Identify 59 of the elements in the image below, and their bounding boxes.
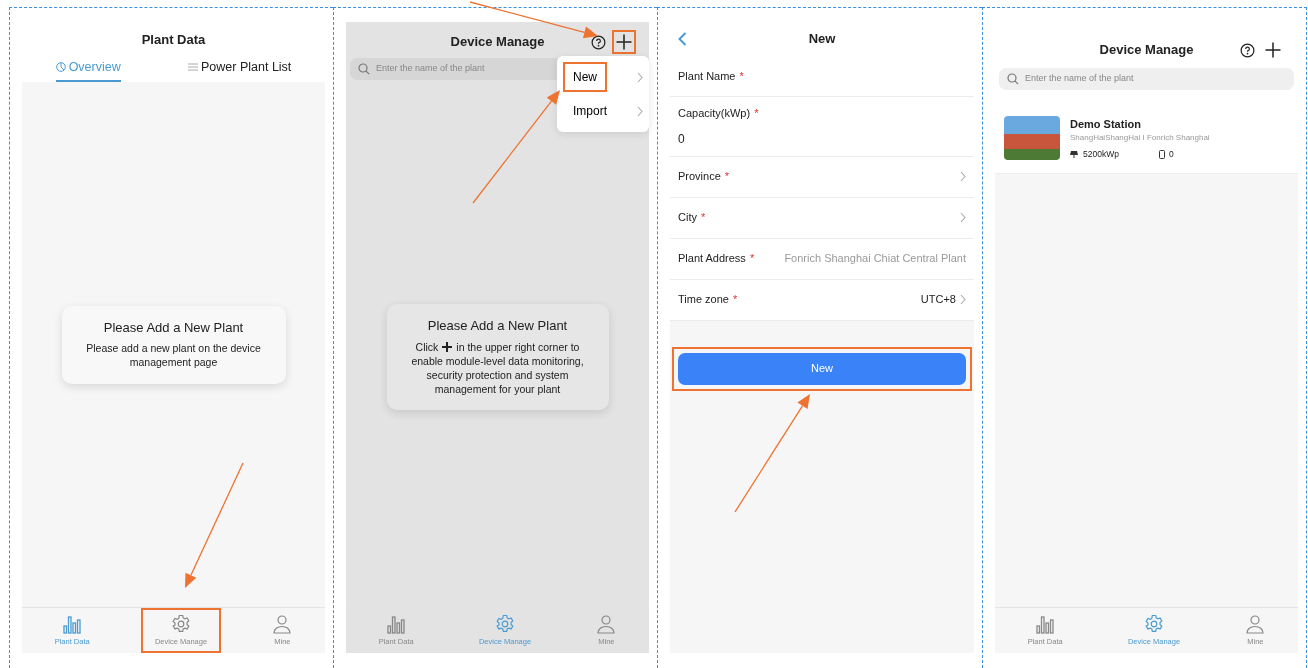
menu-item[interactable]: Import [557, 94, 649, 128]
input-field[interactable]: Capacity(kWp) * 0 [670, 97, 974, 157]
search-field[interactable]: Enter the name of the plant [999, 68, 1294, 90]
chevron-right-icon [960, 212, 966, 223]
hint-text: in the upper right corner to [456, 339, 580, 354]
phone-icon [1158, 149, 1165, 159]
device-count: 0 [1168, 148, 1174, 161]
hint-text: enable module-level data monitoring, security protection and system management for your plant [410, 353, 585, 397]
person-icon [1245, 613, 1266, 634]
list-icon [188, 62, 198, 71]
bar-chart-icon [62, 613, 83, 634]
field-label: City * [678, 210, 706, 226]
gear-icon [1144, 613, 1164, 634]
card-title: Please Add a New Plant [102, 319, 245, 336]
tab[interactable]: Overview [55, 57, 121, 83]
station-name: Demo Station [1070, 116, 1142, 132]
pie-chart-icon [55, 61, 66, 72]
back-icon[interactable] [678, 32, 687, 46]
chevron-right-icon [637, 71, 643, 83]
hint-text: Please add a new plant on the device management page [85, 341, 262, 370]
input-field[interactable]: Plant Address * Fonrich Shanghai Chiat Central Plant [670, 238, 974, 280]
field-label: Capacity(kWp) * [678, 106, 759, 121]
field-label: Time zone * [678, 292, 738, 308]
solar-panel-icon [1070, 150, 1079, 159]
station-card[interactable]: Demo Station ShangHaiShangHai I Fonrich Shanghai 5200kWp 0 [995, 103, 1298, 174]
plus-icon[interactable] [614, 32, 634, 52]
screen-title: Device Manage [449, 33, 546, 52]
select-field[interactable]: City * [670, 197, 974, 239]
field-label: Province * [678, 169, 730, 185]
screen-title: Device Manage [1098, 41, 1195, 60]
search-icon [1007, 72, 1019, 85]
bar-chart-icon [386, 613, 407, 634]
new-button[interactable]: New [678, 352, 966, 385]
chevron-right-icon [960, 294, 966, 305]
person-icon [272, 613, 293, 634]
field-label: Plant Address * [678, 251, 755, 267]
select-field[interactable]: Province * [670, 156, 974, 198]
gear-icon [171, 613, 191, 634]
hint-text: Click [415, 339, 439, 354]
screen-title: New [807, 30, 837, 49]
capacity-text: 5200kWp [1083, 148, 1119, 161]
screen-title: Plant Data [140, 31, 207, 49]
input-field[interactable]: Plant Name * [670, 56, 974, 97]
person-icon [596, 613, 617, 634]
station-location: ShangHaiShangHai I Fonrich Shanghai [1070, 132, 1210, 144]
select-field[interactable]: Time zone * UTC+8 [670, 279, 974, 321]
field-label: Plant Name * [678, 68, 744, 84]
bar-chart-icon [1035, 613, 1056, 634]
help-icon[interactable] [1240, 42, 1255, 58]
help-icon[interactable] [591, 34, 606, 50]
plus-icon[interactable] [1263, 40, 1283, 60]
tab[interactable]: Power Plant List [188, 57, 292, 83]
card-title: Please Add a New Plant [426, 318, 569, 334]
gear-icon [495, 613, 515, 634]
chevron-right-icon [637, 105, 643, 117]
search-icon [358, 62, 370, 75]
plus-icon [442, 341, 453, 352]
photo-placeholder [1004, 115, 1060, 160]
chevron-right-icon [960, 171, 966, 182]
